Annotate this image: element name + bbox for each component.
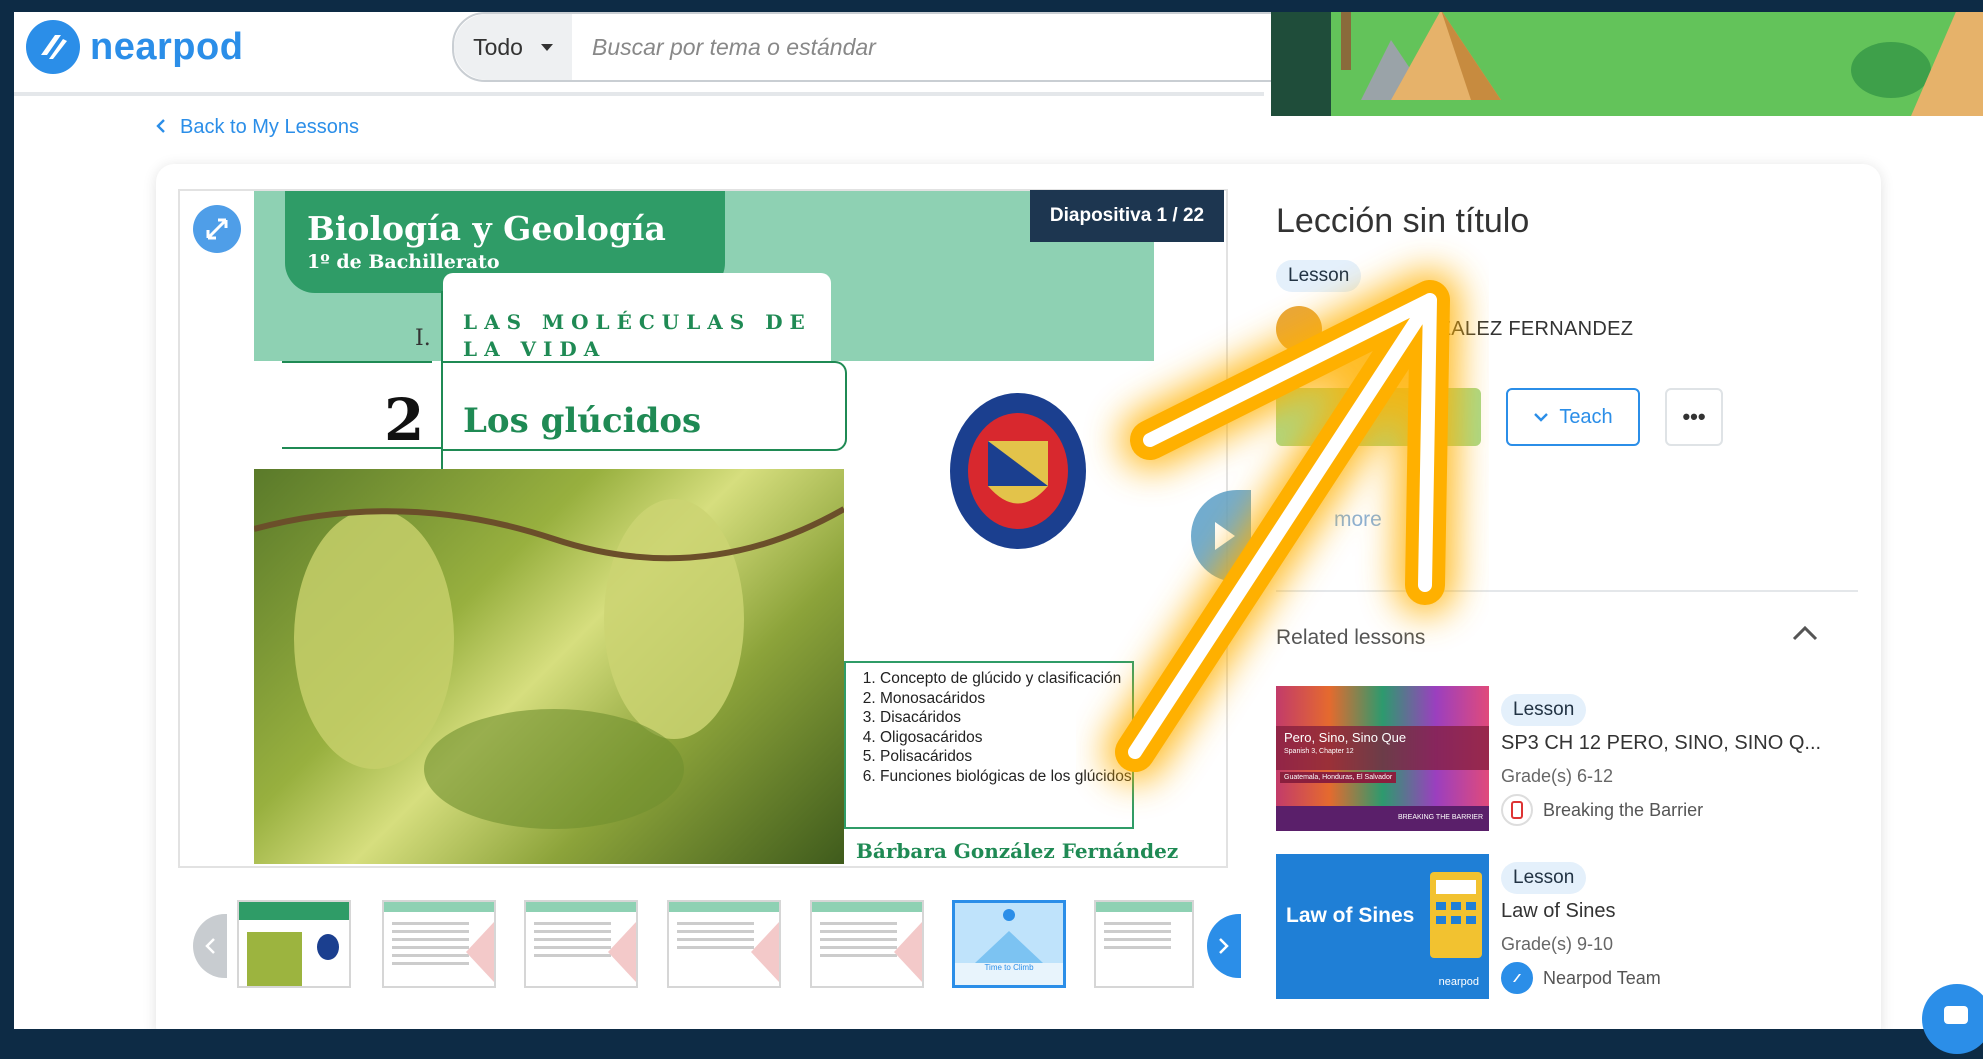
toc-item: Oligosacáridos (880, 728, 1132, 748)
top-nav: nearpod Todo (14, 12, 1286, 96)
publisher-logo-icon (1501, 794, 1533, 826)
related-lesson-title: SP3 CH 12 PERO, SINO, SINO Q... (1501, 732, 1822, 754)
slide-thumbnail[interactable] (382, 900, 496, 988)
collapse-related-button[interactable] (1791, 624, 1819, 647)
toc-item: Polisacáridos (880, 747, 1132, 767)
back-label: Back to My Lessons (180, 116, 359, 138)
related-lesson-item[interactable]: Pero, Sino, Sino Que Spanish 3, Chapter … (1276, 686, 1856, 831)
logo-text: nearpod (90, 25, 244, 68)
author-name: Nearpod Team (1543, 967, 1661, 988)
caret-down-icon (540, 43, 553, 51)
expand-icon (206, 218, 228, 240)
lesson-author-name: NZALEZ FERNANDEZ (1424, 318, 1634, 340)
chat-support-button[interactable] (1922, 984, 1983, 1054)
slide-subtitle: 1º de Bachillerato (307, 251, 500, 273)
related-lesson-item[interactable]: Law of Sines nearpod Lesson Law of Sines… (1276, 854, 1856, 999)
slide-thumbnail[interactable] (810, 900, 924, 988)
chevron-up-icon (1792, 625, 1818, 641)
lesson-type-badge: Lesson (1501, 694, 1587, 726)
teach-button[interactable]: Teach (1506, 388, 1640, 446)
search-input[interactable] (572, 32, 1284, 62)
search-bar: Todo (452, 12, 1286, 82)
avatar (1276, 306, 1322, 352)
slide-preview[interactable]: Biología y Geología 1º de Bachillerato I… (178, 189, 1228, 868)
show-more-link[interactable]: more (1334, 508, 1382, 532)
related-lesson-author: Breaking the Barrier (1501, 794, 1703, 826)
related-lesson-author: Nearpod Team (1501, 962, 1661, 994)
slide-title: Biología y Geología (307, 209, 666, 248)
nearpod-logo-icon (26, 20, 80, 74)
ellipsis-icon: ••• (1682, 404, 1706, 429)
slide-unit-title: LAS MOLÉCULAS DE LA VIDA (463, 310, 812, 361)
thumb-tag: Guatemala, Honduras, El Salvador (1280, 772, 1397, 783)
camp-banner-illustration (1271, 12, 1983, 116)
primary-action-button[interactable] (1276, 388, 1481, 446)
page: nearpod Todo Back to My Lessons (14, 12, 1983, 1029)
thumb-title: Pero, Sino, Sino Que (1284, 730, 1407, 745)
section-divider (1276, 590, 1858, 592)
slide-topic-title: Los glúcidos (463, 401, 702, 441)
lesson-title: Lección sin título (1276, 202, 1530, 240)
chevron-right-icon (1219, 938, 1229, 954)
slide-table-of-contents: Concepto de glúcido y clasificación Mono… (844, 661, 1134, 829)
thumb-brand: BREAKING THE BARRIER (1397, 814, 1483, 821)
related-lesson-grades: Grade(s) 6-12 (1501, 766, 1614, 786)
teach-label: Teach (1559, 405, 1613, 428)
toc-item: Funciones biológicas de los glúcidos (880, 767, 1132, 787)
chevron-left-icon (156, 116, 166, 139)
school-seal-logo (948, 391, 1088, 551)
thumbnail-caption: Time to Climb (984, 963, 1034, 972)
more-options-button[interactable]: ••• (1665, 388, 1723, 446)
slide-divider (282, 447, 442, 449)
back-to-lessons-link[interactable]: Back to My Lessons (156, 116, 359, 139)
slide-author: Bárbara González Fernández (856, 839, 1179, 863)
chevron-down-icon (1534, 413, 1549, 422)
related-lessons-heading: Related lessons (1276, 626, 1426, 649)
play-icon (1215, 522, 1235, 550)
slide-thumbnail[interactable] (237, 900, 351, 988)
slide-topic-number: 2 (384, 386, 425, 454)
lesson-author[interactable] (1276, 304, 1322, 354)
nearpod-logo-icon (1501, 962, 1533, 994)
lesson-type-badge: Lesson (1276, 260, 1362, 292)
play-preview-button[interactable] (1191, 490, 1251, 582)
slide-divider (282, 361, 432, 363)
search-scope-select[interactable]: Todo (454, 14, 572, 80)
related-lesson-title: Law of Sines (1501, 900, 1616, 922)
slide-unit-number: I. (415, 326, 431, 351)
nearpod-logo[interactable]: nearpod (26, 17, 243, 77)
slide-thumbnail-active[interactable]: Time to Climb (952, 900, 1066, 988)
author-name: Breaking the Barrier (1543, 799, 1704, 820)
search-scope-label: Todo (473, 33, 523, 60)
thumb-title: Law of Sines (1286, 904, 1415, 927)
toc-item: Disacáridos (880, 708, 1132, 728)
chat-icon (1944, 1006, 1968, 1024)
grapes-photo (254, 469, 844, 864)
slide-thumbnail[interactable] (667, 900, 781, 988)
toc-item: Concepto de glúcido y clasificación (880, 669, 1132, 689)
lesson-type-badge: Lesson (1501, 862, 1587, 894)
related-lesson-thumbnail: Law of Sines nearpod (1276, 854, 1489, 999)
thumb-subtitle: Spanish 3, Chapter 12 (1284, 748, 1354, 755)
toc-item: Monosacáridos (880, 689, 1132, 709)
chevron-left-icon (205, 938, 215, 954)
slide-thumbnail[interactable] (524, 900, 638, 988)
slide-counter: Diapositiva 1 / 22 (1030, 190, 1224, 242)
thumb-brand: nearpod (1438, 976, 1479, 988)
related-lesson-grades: Grade(s) 9-10 (1501, 934, 1614, 954)
expand-fullscreen-button[interactable] (193, 205, 241, 253)
slide-thumbnail[interactable] (1094, 900, 1194, 988)
related-lesson-thumbnail: Pero, Sino, Sino Que Spanish 3, Chapter … (1276, 686, 1489, 831)
